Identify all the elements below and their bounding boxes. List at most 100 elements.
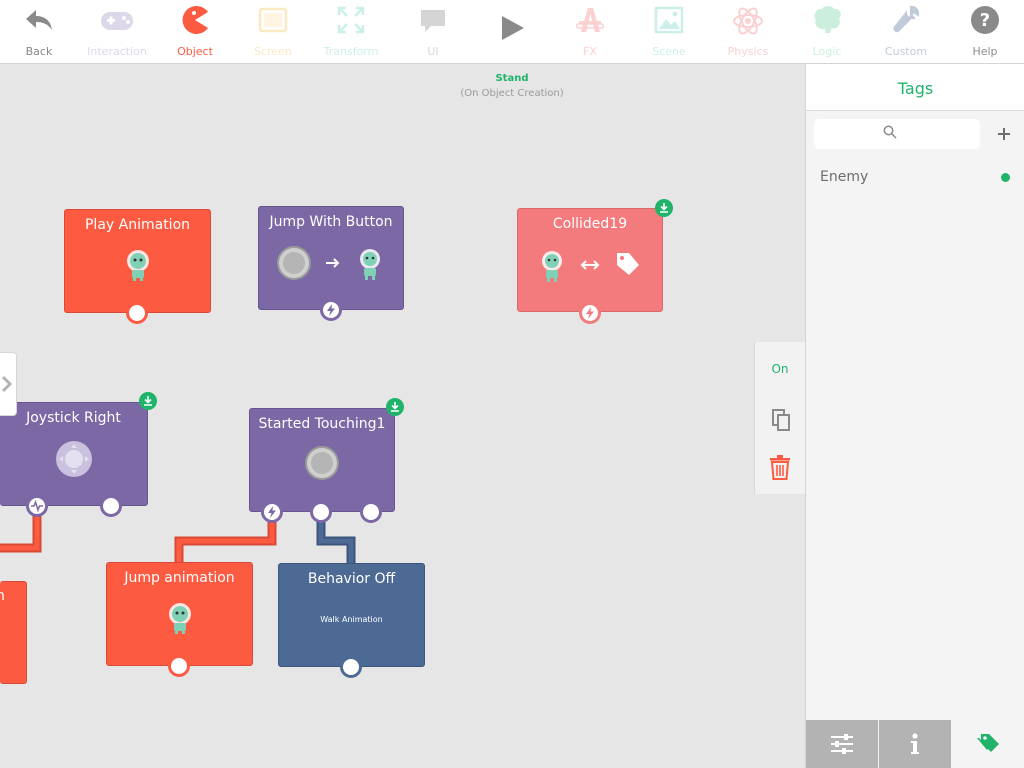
on-toggle[interactable]: On xyxy=(755,362,805,376)
physics-button[interactable]: Physics xyxy=(709,0,787,64)
play-button[interactable] xyxy=(473,0,551,64)
tags-icon xyxy=(977,734,999,752)
output-port[interactable] xyxy=(360,501,382,523)
button-to-character-icon xyxy=(277,246,380,280)
screen-icon xyxy=(258,7,288,33)
toolbar-label: Physics xyxy=(727,45,769,58)
block-actions-panel: On xyxy=(754,342,805,494)
copy-icon[interactable] xyxy=(771,408,791,432)
block-title: Play Animation xyxy=(84,217,191,233)
toolbar-label: Custom xyxy=(884,45,928,58)
toolbar-label: FX xyxy=(583,45,597,58)
picture-icon xyxy=(654,6,684,34)
logic-button[interactable]: Logic xyxy=(788,0,866,64)
block-title: Jump With Button xyxy=(269,214,393,230)
download-badge-icon[interactable] xyxy=(655,199,673,217)
character-icon xyxy=(126,250,149,281)
interaction-button[interactable]: Interaction xyxy=(78,0,156,64)
back-button[interactable]: Back xyxy=(0,0,78,64)
tag-name: Enemy xyxy=(820,169,869,185)
toolbar-label: Help xyxy=(972,45,998,58)
lightning-icon xyxy=(327,304,335,316)
play-animation-block[interactable]: Play Animation xyxy=(64,209,211,313)
custom-button[interactable]: Custom xyxy=(867,0,945,64)
top-toolbar: Back Interaction Object Screen Transform… xyxy=(0,0,1024,64)
collided-block[interactable]: Collided19 xyxy=(517,208,663,312)
toolbar-label: Scene xyxy=(652,45,686,58)
output-port[interactable] xyxy=(168,655,190,677)
chevron-right-icon xyxy=(1,375,13,393)
character-collides-tag-icon xyxy=(542,251,639,282)
tag-item[interactable]: Enemy xyxy=(806,164,1024,192)
behavior-off-block[interactable]: Behavior Off Walk Animation xyxy=(278,563,425,667)
screen-button[interactable]: Screen xyxy=(234,0,312,64)
tab-properties[interactable] xyxy=(806,720,878,768)
toolbar-label: Transform xyxy=(323,45,379,58)
search-icon xyxy=(883,125,897,139)
block-title: Jump animation xyxy=(124,570,235,586)
transform-icon xyxy=(337,6,365,34)
joystick-right-block[interactable]: Joystick Right xyxy=(0,402,148,506)
started-touching-block[interactable]: Started Touching1 xyxy=(249,408,395,512)
output-port[interactable] xyxy=(100,495,122,517)
jump-animation-block[interactable]: Jump animation xyxy=(106,562,253,666)
toolbar-label: Object xyxy=(177,45,213,58)
help-icon: ? xyxy=(971,6,999,34)
left-panel-tab[interactable] xyxy=(0,352,17,416)
fx-icon xyxy=(576,8,604,32)
partial-block[interactable]: n xyxy=(0,581,27,684)
pulse-port[interactable] xyxy=(26,495,48,517)
panel-title: Tags xyxy=(897,79,934,98)
output-port[interactable] xyxy=(340,656,362,678)
svg-text:?: ? xyxy=(980,10,990,31)
output-port[interactable] xyxy=(310,501,332,523)
info-icon xyxy=(911,733,919,754)
block-title: Joystick Right xyxy=(26,410,121,426)
add-tag-button[interactable] xyxy=(994,124,1014,144)
tab-info[interactable] xyxy=(879,720,951,768)
download-badge-icon[interactable] xyxy=(139,392,157,410)
toolbar-label: UI xyxy=(427,45,439,58)
pacman-icon xyxy=(182,6,208,35)
pulse-icon xyxy=(31,500,43,512)
speech-bubble-icon xyxy=(421,10,445,32)
block-subtitle: Walk Animation xyxy=(320,615,383,624)
scene-button[interactable]: Scene xyxy=(630,0,708,64)
trigger-port[interactable] xyxy=(320,299,342,321)
trigger-port[interactable] xyxy=(579,302,601,324)
panel-footer-tabs xyxy=(806,720,1024,768)
behavior-canvas[interactable]: Stand (On Object Creation) Play Animatio… xyxy=(0,64,805,768)
trash-icon[interactable] xyxy=(769,454,791,480)
download-badge-icon[interactable] xyxy=(386,398,404,416)
help-button[interactable]: ? Help xyxy=(946,0,1024,64)
play-icon xyxy=(502,16,524,40)
toolbar-label: Back xyxy=(25,45,53,58)
object-button[interactable]: Object xyxy=(156,0,234,64)
jump-with-button-block[interactable]: Jump With Button xyxy=(258,206,404,310)
block-title: Behavior Off xyxy=(307,571,396,587)
trigger-port[interactable] xyxy=(261,501,283,523)
gamepad-icon xyxy=(101,12,133,30)
lightning-icon xyxy=(586,307,594,319)
toolbar-label: Logic xyxy=(812,45,842,58)
tags-panel: Tags Enemy xyxy=(805,64,1024,768)
tags-header: Tags xyxy=(806,64,1024,111)
transform-button[interactable]: Transform xyxy=(312,0,390,64)
joystick-icon xyxy=(55,441,92,477)
wrench-icon xyxy=(893,5,920,33)
block-title: Started Touching1 xyxy=(258,416,386,432)
block-title: n xyxy=(0,588,5,604)
brain-icon xyxy=(814,6,841,33)
toolbar-label: Interaction xyxy=(87,45,147,58)
tag-status-dot xyxy=(1001,173,1010,182)
fx-button[interactable]: FX xyxy=(551,0,629,64)
output-port[interactable] xyxy=(126,302,148,324)
lightning-icon xyxy=(268,506,276,518)
touch-button-icon xyxy=(305,446,339,480)
tab-tags[interactable] xyxy=(952,720,1024,768)
character-icon xyxy=(168,603,191,634)
back-arrow-icon xyxy=(26,10,52,30)
atom-icon xyxy=(733,7,763,35)
tag-search-input[interactable] xyxy=(814,119,980,149)
ui-button[interactable]: UI xyxy=(394,0,472,64)
